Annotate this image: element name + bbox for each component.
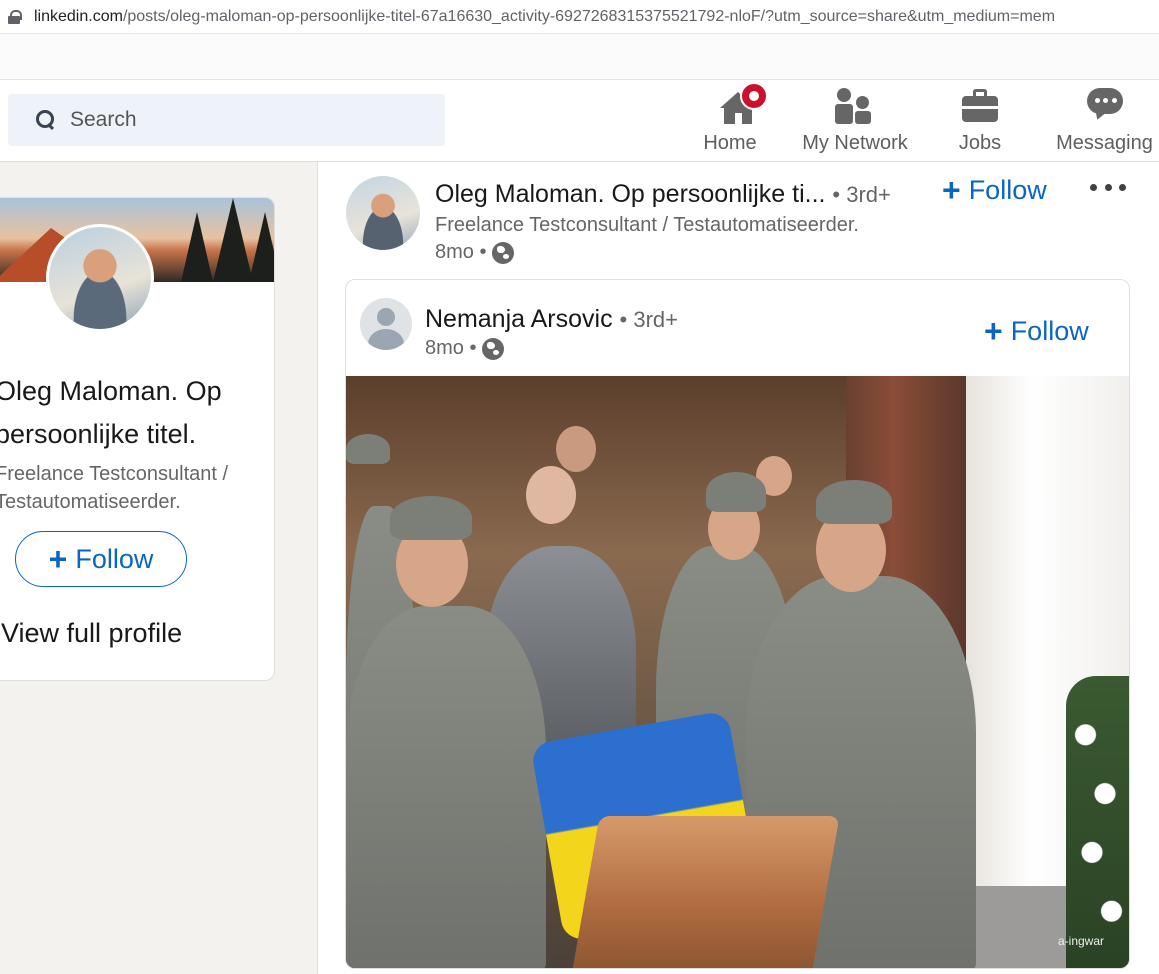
messaging-icon	[1085, 86, 1125, 126]
globe-icon	[492, 241, 515, 264]
post-author-name[interactable]: Oleg Maloman. Op persoonlijke ti...	[435, 180, 825, 208]
nav-item-label: Home	[703, 132, 757, 154]
nav-item-jobs[interactable]: Jobs	[950, 86, 1010, 158]
browser-url-bar[interactable]: linkedin.com/posts/oleg-maloman-op-perso…	[0, 0, 1159, 34]
network-icon	[835, 86, 875, 126]
post-author-headline: Freelance Testconsultant / Testautomatis…	[435, 214, 859, 236]
briefcase-icon	[960, 86, 1000, 126]
url-text[interactable]: linkedin.com/posts/oleg-maloman-op-perso…	[34, 8, 1055, 26]
profile-name[interactable]: Oleg Maloman. Op persoonlijke titel.	[0, 370, 274, 456]
more-options-icon[interactable]	[1090, 180, 1126, 194]
nav-item-home[interactable]: Home	[700, 82, 768, 158]
follow-label: Follow	[75, 543, 154, 574]
reshare-meta: 8mo •	[425, 337, 505, 360]
globe-icon	[482, 337, 505, 360]
reshared-post: Nemanja Arsovic • 3rd+ 8mo • + Follow a-…	[345, 279, 1130, 969]
plus-icon: +	[984, 313, 1003, 349]
post-time: 8mo •	[435, 241, 487, 263]
nav-item-label: Messaging	[1056, 132, 1153, 154]
nav-item-label: My Network	[802, 132, 908, 154]
post-meta: 8mo •	[435, 241, 515, 264]
post-author-line: Oleg Maloman. Op persoonlijke ti... • 3r…	[435, 180, 891, 209]
follow-label: Follow	[968, 174, 1047, 205]
profile-avatar[interactable]	[46, 224, 154, 332]
url-host: linkedin.com	[34, 7, 123, 25]
url-path: /posts/oleg-maloman-op-persoonlijke-tite…	[122, 7, 1056, 25]
global-nav: Home My Network Jobs Messaging	[0, 80, 1159, 162]
profile-card: Oleg Maloman. Op persoonlijke titel. Fre…	[0, 197, 275, 681]
search-icon	[36, 110, 56, 130]
plus-icon: +	[942, 172, 961, 208]
view-full-profile-link[interactable]: View full profile	[1, 618, 182, 649]
connection-degree: • 3rd+	[832, 182, 891, 207]
reshare-author-avatar[interactable]	[360, 298, 412, 350]
image-watermark: a-ingwar	[1058, 934, 1105, 948]
post-image[interactable]: a-ingwar	[346, 376, 1129, 968]
profile-headline: Freelance Testconsultant / Testautomatis…	[0, 463, 229, 513]
home-icon	[710, 82, 768, 126]
reshare-author-line: Nemanja Arsovic • 3rd+	[425, 305, 678, 334]
notification-badge	[740, 82, 768, 110]
reshare-author-name[interactable]: Nemanja Arsovic	[425, 305, 613, 333]
nav-item-my-network[interactable]: My Network	[796, 86, 914, 158]
post-author-avatar[interactable]	[346, 176, 420, 250]
bookmarks-strip	[0, 34, 1159, 80]
profile-follow-button[interactable]: + Follow	[15, 531, 187, 587]
post-card: Oleg Maloman. Op persoonlijke ti... • 3r…	[317, 162, 1159, 974]
connection-degree: • 3rd+	[619, 307, 678, 332]
nav-item-label: Jobs	[958, 132, 1002, 154]
reshare-follow-button[interactable]: + Follow	[984, 315, 1089, 347]
reshare-time: 8mo •	[425, 337, 477, 359]
lock-icon	[8, 9, 22, 24]
search-input[interactable]	[70, 108, 410, 132]
search-box[interactable]	[8, 94, 445, 146]
plus-icon: +	[48, 541, 68, 577]
post-follow-button[interactable]: + Follow	[942, 174, 1047, 206]
follow-label: Follow	[1010, 315, 1089, 346]
nav-item-messaging[interactable]: Messaging	[1050, 86, 1159, 158]
